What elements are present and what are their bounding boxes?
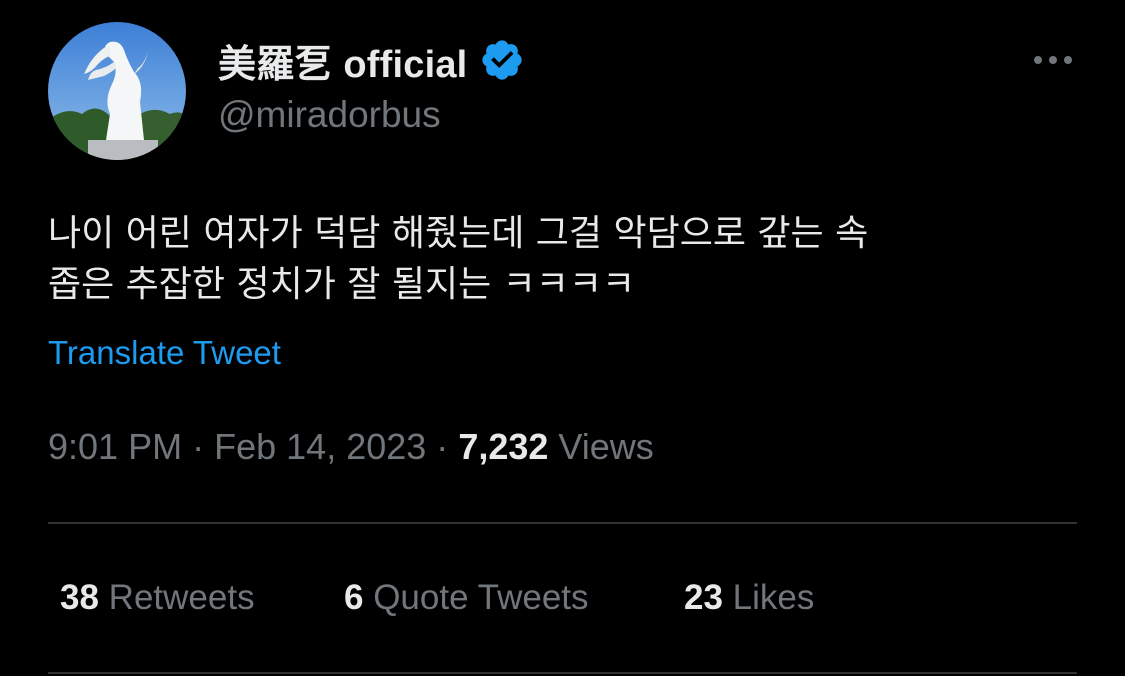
author-display-name[interactable]: 美羅乭 official	[218, 33, 467, 88]
divider	[48, 672, 1077, 674]
white-horse-statue-avatar-image	[48, 22, 186, 160]
likes-count: 23	[684, 578, 723, 617]
retweets-count: 38	[60, 578, 99, 617]
tweet-text: 나이 어린 여자가 덕담 해줬는데 그걸 악담으로 갚는 속 좁은 추잡한 정치…	[48, 213, 869, 305]
author-name-row[interactable]: 美羅乭 official	[218, 34, 525, 86]
tweet-time[interactable]: 9:01 PM	[48, 426, 182, 467]
retweets-stat[interactable]: 38 Retweets	[60, 578, 255, 618]
quote-tweets-label: Quote Tweets	[373, 578, 589, 617]
translate-tweet-link[interactable]: Translate Tweet	[48, 334, 281, 372]
views-count: 7,232	[458, 426, 549, 467]
meta-separator: ·	[436, 426, 449, 467]
verified-badge-icon	[482, 40, 523, 80]
likes-label: Likes	[732, 578, 815, 617]
tweet-date[interactable]: Feb 14, 2023	[214, 426, 426, 467]
avatar[interactable]	[48, 22, 186, 160]
author-handle[interactable]: @miradorbus	[218, 94, 441, 136]
quote-tweets-count: 6	[344, 578, 364, 617]
quote-tweets-stat[interactable]: 6 Quote Tweets	[344, 578, 589, 618]
retweets-label: Retweets	[108, 578, 255, 617]
views-label: Views	[558, 426, 654, 467]
likes-stat[interactable]: 23 Likes	[684, 578, 814, 618]
tweet-meta: 9:01 PM · Feb 14, 2023 · 7,232 Views	[48, 426, 654, 468]
divider	[48, 522, 1077, 524]
meta-separator: ·	[192, 426, 205, 467]
more-options-icon[interactable]	[1030, 46, 1076, 74]
